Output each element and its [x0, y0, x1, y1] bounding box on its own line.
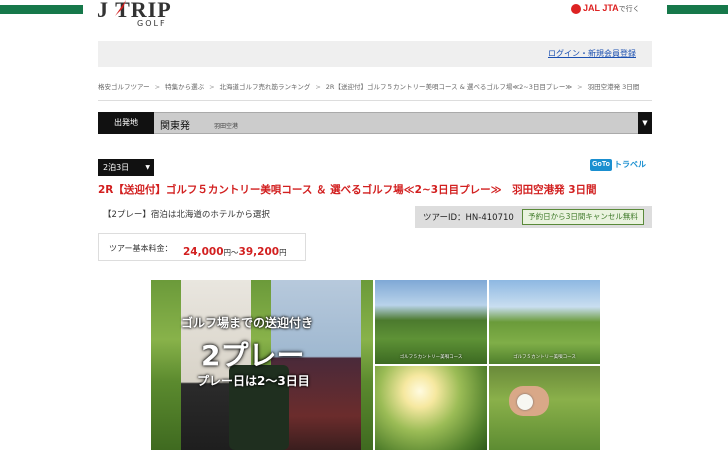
- partner-logo[interactable]: JAL JTAで行く: [571, 3, 663, 17]
- photo-caption: ゴルフ５カントリー美唄コース: [399, 355, 463, 360]
- breadcrumb-separator-icon: >: [577, 83, 583, 91]
- breadcrumb-item[interactable]: 2R【送迎付】ゴルフ５カントリー美唄コース & 選べるゴルフ場≪2~3日目プレー…: [326, 83, 572, 91]
- golf-ball-photo[interactable]: [489, 366, 600, 450]
- breadcrumb-separator-icon: >: [315, 83, 321, 91]
- login-register-link[interactable]: ログイン・新規会員登録: [548, 48, 636, 59]
- price-separator: ～: [231, 248, 239, 257]
- sunrise-course-photo[interactable]: [375, 366, 487, 450]
- partner-name: JAL JTA: [583, 3, 619, 13]
- price-from: 24,000: [183, 246, 224, 258]
- divider: [98, 100, 652, 101]
- account-bar: ログイン・新規会員登録: [98, 41, 652, 67]
- photo-subheadline: プレー日は2～3日目: [197, 374, 310, 388]
- nights-value: 2泊3日: [103, 163, 130, 172]
- price-unit: 円: [223, 248, 232, 257]
- goto-text: トラベル: [614, 160, 646, 169]
- dropdown-arrow-icon[interactable]: ▼: [638, 112, 652, 134]
- logo-mark-icon: [115, 0, 126, 16]
- site-header: J TRIP GOLF JAL JTAで行く: [0, 0, 728, 36]
- course-photo[interactable]: ゴルフ５カントリー美唄コース: [489, 280, 600, 364]
- breadcrumb: 格安ゴルフツアー > 特集から選ぶ > 北海道ゴルフ売れ筋ランキング >2R【送迎付】ゴル…: [98, 81, 652, 97]
- nights-dropdown[interactable]: 2泊3日 ▼: [98, 159, 154, 176]
- photo-caption: ゴルフ５カントリー美唄コース: [513, 355, 576, 360]
- departure-selector[interactable]: 出発地 関東発 羽田空港 ▼: [98, 112, 652, 134]
- site-logo[interactable]: J TRIP GOLF: [97, 0, 189, 32]
- departure-select[interactable]: 関東発 羽田空港: [154, 112, 638, 134]
- photo-headline: ゴルフ場までの送迎付き: [181, 316, 314, 330]
- course-photo[interactable]: ゴルフ５カントリー美唄コース: [375, 280, 487, 364]
- departure-airport: 羽田空港: [214, 123, 239, 130]
- photo-gallery: ゴルフ場までの送迎付き 2プレー プレー日は2～3日目 ゴルフ５カントリー美唄コ…: [151, 280, 600, 450]
- logo-subtext: GOLF: [137, 19, 167, 28]
- tour-id: ツアーID：HN-410710: [423, 213, 514, 223]
- price-label: ツアー基本料金：: [109, 244, 173, 253]
- breadcrumb-item[interactable]: 格安ゴルフツアー: [98, 83, 150, 91]
- price-box: ツアー基本料金： 24,000円～39,200円: [98, 233, 306, 261]
- header-accent-left: [0, 5, 83, 14]
- breadcrumb-item[interactable]: 特集から選ぶ: [165, 83, 204, 91]
- breadcrumb-item[interactable]: 北海道ゴルフ売れ筋ランキング: [220, 83, 311, 91]
- golf-ball: [517, 394, 533, 410]
- partner-suffix: で行く: [618, 6, 640, 13]
- jal-crane-icon: [571, 3, 581, 14]
- breadcrumb-current: 羽田空港発 3日間: [587, 83, 640, 91]
- price-unit: 円: [279, 248, 287, 257]
- price-range: 24,000円～39,200円: [183, 240, 287, 259]
- breadcrumb-separator-icon: >: [154, 83, 161, 91]
- breadcrumb-separator-icon: >: [209, 83, 215, 91]
- dropdown-arrow-icon: ▼: [145, 164, 150, 171]
- main-photo[interactable]: ゴルフ場までの送迎付き 2プレー プレー日は2～3日目: [151, 280, 373, 450]
- goto-mark-icon: GoTo: [590, 159, 612, 171]
- tour-id-box: ツアーID：HN-410710 予約日から3日間キャンセル無料: [415, 206, 652, 228]
- departure-label: 出発地: [98, 112, 154, 134]
- tour-description: 【2プレー】宿泊は北海道のホテルから選択: [103, 210, 270, 220]
- photo-headline-large: 2プレー: [201, 339, 305, 372]
- goto-travel-badge: GoTo トラベル: [590, 157, 652, 173]
- departure-value: 関東発: [160, 121, 190, 132]
- header-accent-right: [667, 5, 728, 14]
- cancel-free-badge: 予約日から3日間キャンセル無料: [522, 209, 644, 225]
- tour-title: 2R【送迎付】ゴルフ５カントリー美唄コース ＆ 選べるゴルフ場≪2~3日目プレー…: [98, 184, 597, 196]
- price-to: 39,200: [238, 246, 280, 258]
